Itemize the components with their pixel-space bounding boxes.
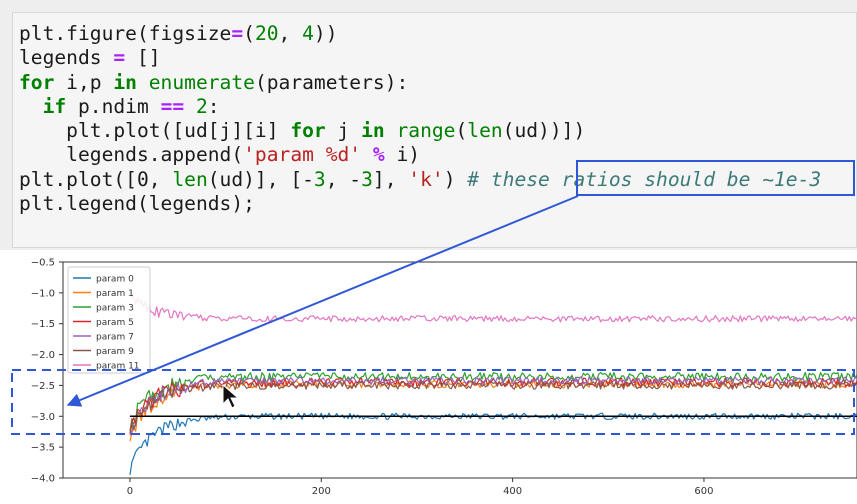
y-tick-label: −2.5 xyxy=(31,381,55,392)
x-tick-label: 200 xyxy=(312,486,331,497)
legend-label: param 9 xyxy=(96,347,134,357)
y-tick-label: −4.0 xyxy=(31,474,55,485)
y-tick-label: −1.0 xyxy=(31,288,55,299)
legend-label: param 3 xyxy=(96,304,134,314)
y-tick-label: −2.0 xyxy=(31,350,55,361)
y-tick-label: −3.0 xyxy=(31,412,55,423)
y-tick-label: −0.5 xyxy=(31,258,55,269)
chart: −0.5 −1.0 −1.5 −2.0 −2.5 −3.0 −3.5 −4.0 0 200 400 6… xyxy=(11,195,857,497)
legend-label: param 1 xyxy=(96,289,134,299)
legend-label: param 5 xyxy=(96,318,134,328)
x-tick-label: 0 xyxy=(127,486,133,497)
y-tick-label: −1.5 xyxy=(31,319,55,330)
legend-label: param 7 xyxy=(96,333,134,343)
x-tick-label: 400 xyxy=(503,486,522,497)
x-tick-label: 600 xyxy=(694,486,713,497)
y-tick-label: −3.5 xyxy=(31,443,55,454)
legend-label: param 0 xyxy=(96,275,134,285)
